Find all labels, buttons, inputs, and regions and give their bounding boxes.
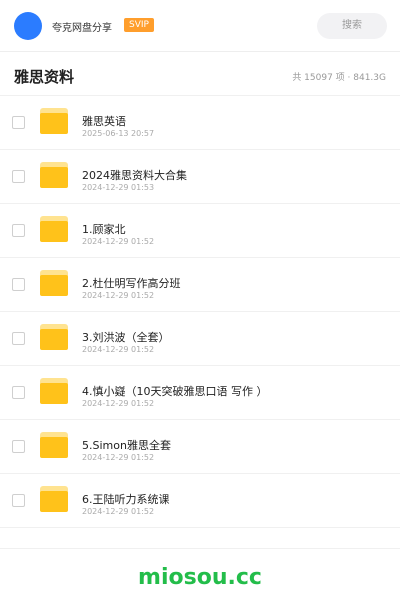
folder-icon bbox=[40, 108, 68, 134]
share-title: 夸克网盘分享 bbox=[52, 23, 112, 34]
list-item[interactable]: 4.慎小嶷（10天突破雅思口语 写作 ） 2024-12-29 01:52 bbox=[0, 366, 400, 420]
item-date: 2024-12-29 01:53 bbox=[82, 183, 155, 192]
search-button[interactable]: 搜索 bbox=[317, 13, 387, 39]
list-item[interactable]: 2.杜仕明写作高分班 2024-12-29 01:52 bbox=[0, 258, 400, 312]
checkbox[interactable] bbox=[12, 170, 25, 183]
folder-icon bbox=[40, 432, 68, 458]
folder-icon bbox=[40, 324, 68, 350]
item-date: 2024-12-29 01:52 bbox=[82, 237, 155, 246]
item-date: 2024-12-29 01:52 bbox=[82, 507, 155, 516]
item-name[interactable]: 6.王陆听力系统课 bbox=[82, 491, 170, 507]
list-item[interactable]: 雅思英语 2025-06-13 20:57 bbox=[0, 96, 400, 150]
item-date: 2024-12-29 01:52 bbox=[82, 399, 155, 408]
list-item[interactable]: 2024雅思资料大合集 2024-12-29 01:53 bbox=[0, 150, 400, 204]
item-name[interactable]: 2024雅思资料大合集 bbox=[82, 167, 187, 183]
checkbox[interactable] bbox=[12, 440, 25, 453]
checkbox[interactable] bbox=[12, 278, 25, 291]
list-item[interactable]: 1.顾家北 2024-12-29 01:52 bbox=[0, 204, 400, 258]
page-title: 雅思资料 bbox=[14, 68, 75, 86]
header: 夸克网盘分享 SVIP 搜索 bbox=[0, 0, 400, 52]
item-name[interactable]: 5.Simon雅思全套 bbox=[82, 437, 171, 453]
checkbox[interactable] bbox=[12, 116, 25, 129]
checkbox[interactable] bbox=[12, 494, 25, 507]
item-name[interactable]: 3.刘洪波（全套） bbox=[82, 329, 170, 345]
list-item[interactable]: 6.王陆听力系统课 2024-12-29 01:52 bbox=[0, 474, 400, 528]
checkbox[interactable] bbox=[12, 386, 25, 399]
item-name[interactable]: 1.顾家北 bbox=[82, 221, 126, 237]
folder-icon bbox=[40, 216, 68, 242]
list-item[interactable]: 3.刘洪波（全套） 2024-12-29 01:52 bbox=[0, 312, 400, 366]
avatar[interactable] bbox=[14, 12, 42, 40]
folder-stats: 共 15097 项 · 841.3G bbox=[292, 73, 386, 83]
item-date: 2025-06-13 20:57 bbox=[82, 129, 155, 138]
item-name[interactable]: 2.杜仕明写作高分班 bbox=[82, 275, 181, 291]
svip-badge: SVIP bbox=[124, 18, 154, 32]
list-item[interactable]: 5.Simon雅思全套 2024-12-29 01:52 bbox=[0, 420, 400, 474]
item-date: 2024-12-29 01:52 bbox=[82, 291, 155, 300]
title-bar: 雅思资料 共 15097 项 · 841.3G bbox=[0, 52, 400, 96]
folder-icon bbox=[40, 378, 68, 404]
folder-icon bbox=[40, 486, 68, 512]
folder-icon bbox=[40, 270, 68, 296]
brand-watermark[interactable]: miosou.cc bbox=[0, 565, 400, 590]
footer: miosou.cc bbox=[0, 548, 400, 600]
item-date: 2024-12-29 01:52 bbox=[82, 345, 155, 354]
item-name[interactable]: 雅思英语 bbox=[82, 113, 126, 129]
folder-icon bbox=[40, 162, 68, 188]
checkbox[interactable] bbox=[12, 224, 25, 237]
item-date: 2024-12-29 01:52 bbox=[82, 453, 155, 462]
item-name[interactable]: 4.慎小嶷（10天突破雅思口语 写作 ） bbox=[82, 383, 267, 399]
checkbox[interactable] bbox=[12, 332, 25, 345]
file-list: 雅思英语 2025-06-13 20:57 2024雅思资料大合集 2024-1… bbox=[0, 96, 400, 528]
